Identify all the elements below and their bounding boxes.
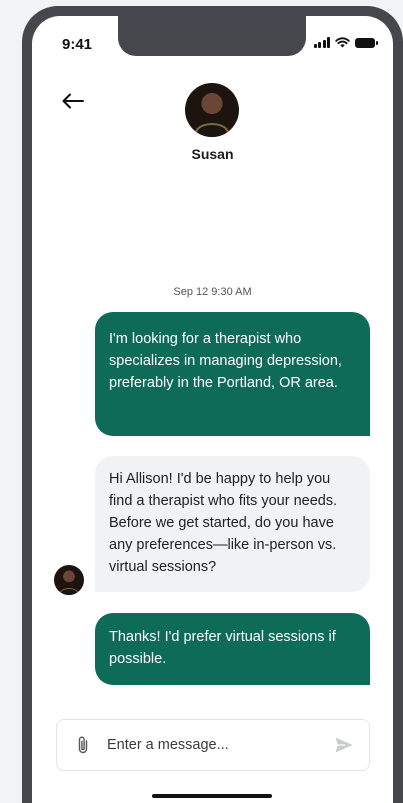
outgoing-message: I'm looking for a therapist who speciali… (95, 312, 370, 436)
incoming-message: Hi Allison! I'd be happy to help you fin… (95, 456, 370, 592)
device-notch (118, 16, 306, 56)
battery-icon (355, 38, 378, 48)
sender-avatar (54, 565, 84, 595)
status-time: 9:41 (62, 36, 93, 53)
contact-avatar[interactable] (185, 83, 239, 137)
home-indicator (152, 794, 272, 798)
paperclip-icon (78, 736, 88, 754)
chat-screen: 9:41 Susan Sep 12 9:30 AM I'm looking fo… (32, 16, 393, 803)
back-button[interactable] (58, 86, 88, 116)
send-button[interactable] (331, 733, 357, 757)
message-composer (56, 719, 370, 771)
arrow-left-icon (62, 93, 84, 109)
status-icons (313, 37, 378, 48)
message-input[interactable] (105, 736, 331, 754)
wifi-icon (335, 37, 350, 48)
phone-frame: 9:41 Susan Sep 12 9:30 AM I'm looking fo… (22, 6, 403, 803)
contact-name: Susan (191, 146, 234, 162)
message-timestamp: Sep 12 9:30 AM (173, 286, 252, 298)
attach-button[interactable] (73, 733, 93, 757)
signal-icon (313, 37, 330, 48)
outgoing-message: Thanks! I'd prefer virtual sessions if p… (95, 613, 370, 685)
send-icon (335, 737, 353, 753)
